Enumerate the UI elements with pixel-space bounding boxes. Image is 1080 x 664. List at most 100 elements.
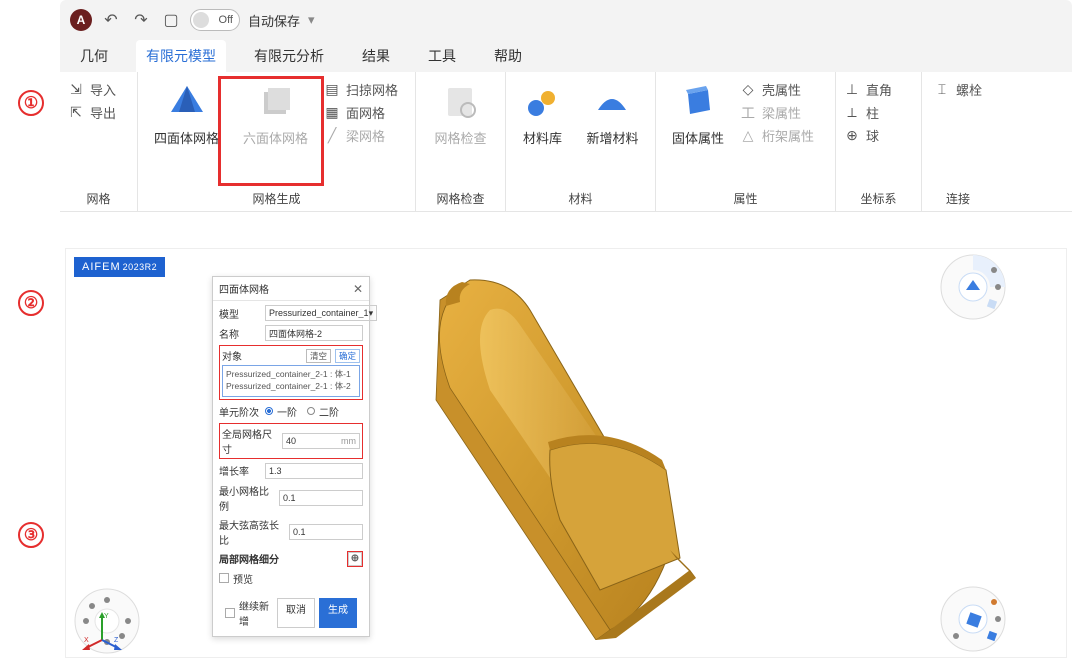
group-label-property: 属性 bbox=[664, 186, 827, 209]
beam-prop-icon: 工 bbox=[740, 105, 756, 121]
add-local-refine-button[interactable]: ⊕ bbox=[348, 552, 362, 566]
view-gizmo-bottom-right[interactable] bbox=[938, 584, 1008, 654]
order-label: 单元阶次 bbox=[219, 404, 261, 419]
object-label: 对象 bbox=[222, 348, 302, 363]
bolt-button[interactable]: ⌶ 螺栓 bbox=[934, 80, 982, 99]
size-input[interactable]: 40mm bbox=[282, 433, 360, 449]
continue-label: 继续新增 bbox=[239, 598, 273, 628]
annotation-2: ② bbox=[18, 290, 44, 316]
svg-text:X: X bbox=[84, 637, 89, 644]
hex-mesh-button[interactable]: 六面体网格 bbox=[235, 76, 316, 147]
tab-fem-model[interactable]: 有限元模型 bbox=[136, 40, 226, 72]
hex-mesh-icon bbox=[256, 82, 296, 122]
truss-prop-button[interactable]: △ 桁架属性 bbox=[740, 126, 814, 145]
cyl-csys-button[interactable]: ⟂ 柱 bbox=[844, 103, 892, 122]
app-logo: A bbox=[70, 9, 92, 31]
autosave-toggle[interactable]: Off bbox=[190, 9, 240, 31]
group-label-mesh: 网格 bbox=[68, 186, 129, 209]
cancel-button[interactable]: 取消 bbox=[277, 598, 315, 628]
preview-checkbox[interactable] bbox=[219, 573, 229, 583]
preview-label: 预览 bbox=[233, 571, 253, 586]
object-list[interactable]: Pressurized_container_2-1 : 体-1 Pressuri… bbox=[222, 365, 360, 397]
new-material-icon bbox=[592, 82, 632, 122]
chord-input[interactable]: 0.1 bbox=[289, 524, 363, 540]
svg-text:Y: Y bbox=[104, 613, 109, 620]
clear-button[interactable]: 清空 bbox=[306, 349, 331, 363]
tet-mesh-dialog: 四面体网格 ✕ 模型 Pressurized_container_1▾ 名称 四… bbox=[212, 276, 370, 637]
tab-tools[interactable]: 工具 bbox=[418, 40, 466, 72]
import-icon: ⇲ bbox=[68, 82, 84, 98]
order-2-radio[interactable] bbox=[307, 407, 315, 415]
annotation-3: ③ bbox=[18, 522, 44, 548]
growth-input[interactable]: 1.3 bbox=[265, 463, 363, 479]
sweep-mesh-button[interactable]: ▤ 扫掠网格 bbox=[324, 80, 398, 99]
solid-prop-button[interactable]: 固体属性 bbox=[664, 76, 732, 147]
order-1-label: 一阶 bbox=[277, 404, 297, 419]
beam-mesh-icon: ╱ bbox=[324, 128, 340, 144]
tab-help[interactable]: 帮助 bbox=[484, 40, 532, 72]
rect-csys-button[interactable]: ⊥ 直角 bbox=[844, 80, 892, 99]
brand-badge: AIFEM2023R2 bbox=[74, 257, 165, 277]
object-section-highlight: 对象 清空 确定 Pressurized_container_2-1 : 体-1… bbox=[219, 345, 363, 400]
tab-results[interactable]: 结果 bbox=[352, 40, 400, 72]
view-gizmo-top-right[interactable] bbox=[938, 252, 1008, 322]
group-label-meshgen: 网格生成 bbox=[146, 186, 407, 209]
cyl-csys-icon: ⟂ bbox=[844, 105, 860, 121]
continue-checkbox[interactable] bbox=[225, 608, 235, 618]
model-3d[interactable] bbox=[410, 270, 750, 640]
solid-prop-icon bbox=[678, 82, 718, 122]
truss-prop-icon: △ bbox=[740, 128, 756, 144]
material-lib-icon bbox=[522, 82, 562, 122]
rect-csys-icon: ⊥ bbox=[844, 82, 860, 98]
import-button[interactable]: ⇲ 导入 bbox=[68, 80, 116, 99]
object-item[interactable]: Pressurized_container_2-1 : 体-2 bbox=[226, 381, 356, 393]
export-icon: ⇱ bbox=[68, 105, 84, 121]
group-label-meshcheck: 网格检查 bbox=[424, 186, 497, 209]
autosave-label: 自动保存 bbox=[248, 11, 300, 30]
growth-label: 增长率 bbox=[219, 463, 261, 478]
sph-csys-button[interactable]: ⊕ 球 bbox=[844, 126, 892, 145]
export-button[interactable]: ⇱ 导出 bbox=[68, 103, 116, 122]
model-label: 模型 bbox=[219, 306, 261, 321]
redo-icon[interactable]: ↷ bbox=[130, 9, 152, 31]
annotation-1: ① bbox=[18, 90, 44, 116]
tab-geometry[interactable]: 几何 bbox=[70, 40, 118, 72]
object-item[interactable]: Pressurized_container_2-1 : 体-1 bbox=[226, 369, 356, 381]
confirm-button[interactable]: 确定 bbox=[335, 349, 360, 363]
chord-label: 最大弦高弦长比 bbox=[219, 517, 285, 547]
sweep-mesh-icon: ▤ bbox=[324, 82, 340, 98]
minratio-input[interactable]: 0.1 bbox=[279, 490, 363, 506]
local-refine-label: 局部网格细分 bbox=[219, 551, 279, 566]
mesh-check-button[interactable]: 网格检查 bbox=[426, 76, 494, 147]
name-label: 名称 bbox=[219, 326, 261, 341]
sph-csys-icon: ⊕ bbox=[844, 128, 860, 144]
svg-text:Z: Z bbox=[114, 637, 119, 644]
dropdown-caret-icon[interactable]: ▾ bbox=[308, 12, 315, 28]
order-2-label: 二阶 bbox=[319, 404, 339, 419]
close-icon[interactable]: ✕ bbox=[353, 282, 363, 296]
dialog-title: 四面体网格 bbox=[219, 281, 269, 296]
mesh-check-icon bbox=[440, 82, 480, 122]
tet-mesh-button[interactable]: 四面体网格 bbox=[146, 76, 227, 147]
order-1-radio[interactable] bbox=[265, 407, 273, 415]
new-material-button[interactable]: 新增材料 bbox=[578, 76, 646, 147]
axis-triad: Y X Z bbox=[82, 610, 122, 650]
minratio-label: 最小网格比例 bbox=[219, 483, 275, 513]
size-row-highlight: 全局网格尺寸 40mm bbox=[219, 423, 363, 459]
surface-mesh-button[interactable]: ▦ 面网格 bbox=[324, 103, 398, 122]
tab-fem-analysis[interactable]: 有限元分析 bbox=[244, 40, 334, 72]
surface-mesh-icon: ▦ bbox=[324, 105, 340, 121]
generate-button[interactable]: 生成 bbox=[319, 598, 357, 628]
shell-prop-button[interactable]: ◇ 壳属性 bbox=[740, 80, 814, 99]
model-select[interactable]: Pressurized_container_1▾ bbox=[265, 305, 377, 321]
group-label-material: 材料 bbox=[514, 186, 647, 209]
save-icon[interactable]: ▢ bbox=[160, 9, 182, 31]
name-input[interactable]: 四面体网格-2 bbox=[265, 325, 363, 341]
size-label: 全局网格尺寸 bbox=[222, 426, 278, 456]
bolt-icon: ⌶ bbox=[934, 82, 950, 98]
undo-icon[interactable]: ↶ bbox=[100, 9, 122, 31]
ribbon: ⇲ 导入 ⇱ 导出 网格 四面体网格 bbox=[60, 72, 1072, 212]
beam-prop-button[interactable]: 工 梁属性 bbox=[740, 103, 814, 122]
material-lib-button[interactable]: 材料库 bbox=[514, 76, 570, 147]
beam-mesh-button[interactable]: ╱ 梁网格 bbox=[324, 126, 398, 145]
